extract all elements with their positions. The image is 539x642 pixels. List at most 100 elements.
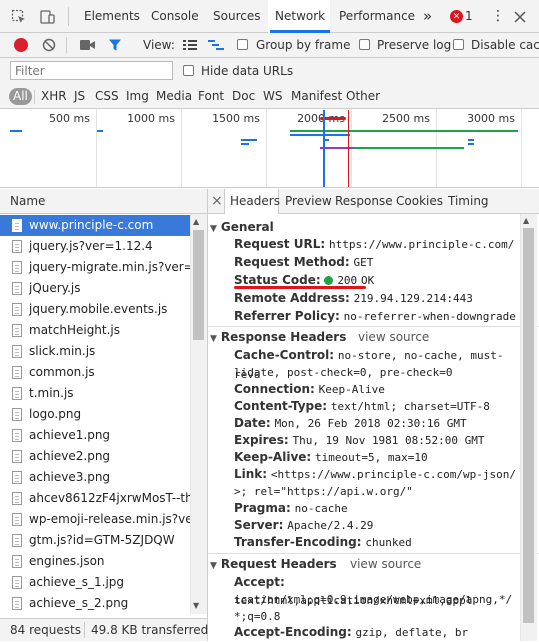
header-key: Server: [234,518,284,532]
type-css[interactable]: CSS [95,88,119,105]
file-icon [12,534,22,547]
header-value: Apache/2.4.29 [287,519,374,532]
tab-console[interactable]: Console [151,0,199,33]
tab-elements[interactable]: Elements [84,0,140,33]
overview-gridline [96,109,97,187]
request-row[interactable]: common.js [0,362,190,383]
panel-splitter[interactable] [207,189,208,641]
file-icon [12,492,22,505]
file-icon [12,261,22,274]
type-all[interactable]: All [9,88,32,105]
disable-cache-label[interactable]: Disable cach [471,38,539,52]
request-row[interactable]: jquery-migrate.min.js?ver=1.4. [0,257,190,278]
capture-screenshots-icon[interactable] [80,38,96,52]
type-manifest[interactable]: Manifest [291,88,342,105]
request-name: achieve_s_2.png [29,596,129,610]
type-font[interactable]: Font [198,88,224,105]
inspect-element-icon[interactable] [10,8,27,25]
tab-response[interactable]: Response [335,189,393,214]
tab-sources[interactable]: Sources [213,0,260,33]
tab-headers[interactable]: Headers [230,189,280,214]
header-key: Request Method: [234,255,350,269]
preserve-log-checkbox[interactable] [359,39,370,50]
disable-cache-checkbox[interactable] [453,39,464,50]
name-column-header[interactable]: Name [0,189,207,214]
filter-icon[interactable] [107,37,123,53]
type-js[interactable]: JS [74,88,85,105]
request-row[interactable]: engines.json [0,551,190,572]
request-name: wp-emoji-release.min.js?ver=4 [29,512,190,526]
header-value: no-referrer-when-downgrade [343,310,516,323]
timeline-tick: 500 ms [49,112,90,125]
view-source-link[interactable]: view source [350,557,421,571]
tab-network[interactable]: Network [275,0,325,33]
header-key: Pragma: [234,501,291,515]
large-rows-icon[interactable] [182,38,198,52]
preserve-log-label[interactable]: Preserve log [377,38,451,52]
type-doc[interactable]: Doc [232,88,255,105]
view-source-link[interactable]: view source [358,330,429,344]
request-list-scroll-thumb[interactable] [193,230,204,340]
more-tabs-button[interactable]: » [423,0,432,33]
hide-data-urls-checkbox[interactable] [183,65,194,76]
type-ws[interactable]: WS [263,88,282,105]
clear-icon[interactable] [41,37,57,53]
header-value: <https://www.principle-c.com/wp-json/ [270,468,516,481]
group-by-frame-checkbox[interactable] [237,39,248,50]
timeline-bar [290,134,350,136]
request-row[interactable]: gtm.js?id=GTM-5ZJDQW [0,530,190,551]
request-row[interactable]: slick.min.js [0,341,190,362]
tab-cookies[interactable]: Cookies [396,189,443,214]
request-row[interactable]: achieve3.png [0,467,190,488]
close-detail-icon[interactable]: × [211,189,223,214]
type-other[interactable]: Other [346,88,380,105]
tab-preview[interactable]: Preview [285,189,332,214]
timeline-tick: 3000 ms [467,112,515,125]
header-value: Mon, 26 Feb 2018 02:30:16 GMT [274,417,467,430]
request-row[interactable]: wp-emoji-release.min.js?ver=4 [0,509,190,530]
type-img[interactable]: Img [126,88,149,105]
request-headers-section-header[interactable]: ▼ Request Headers [210,555,337,573]
scroll-up-arrow-icon[interactable]: ▲ [193,217,199,226]
request-row[interactable]: achieve1.png [0,425,190,446]
device-toolbar-icon[interactable] [38,8,55,25]
request-row[interactable]: achieve_s_2.png [0,593,190,614]
file-icon [12,555,22,568]
error-count[interactable]: 1 [465,0,473,33]
overview-waterfall-icon[interactable] [208,38,224,52]
hide-data-urls-label[interactable]: Hide data URLs [201,64,293,78]
response-headers-section-header[interactable]: ▼ Response Headers [210,328,346,346]
request-row[interactable]: achieve_s_1.jpg [0,572,190,593]
status-bar: 84 requests 49.8 KB transferred [0,618,208,641]
request-row[interactable]: t.min.js [0,383,190,404]
type-xhr[interactable]: XHR [41,88,67,105]
timeline-bar [468,139,474,141]
error-icon[interactable]: ✕ [450,10,463,23]
request-row[interactable]: jquery.js?ver=1.12.4 [0,236,190,257]
scroll-down-arrow-icon[interactable]: ▼ [193,601,199,610]
request-row[interactable]: jQuery.js [0,278,190,299]
type-media[interactable]: Media [156,88,192,105]
request-row[interactable]: ahcev8612zF4jxrwMosT--thgm [0,488,190,509]
file-icon [12,387,22,400]
menu-icon[interactable]: ⋮ [491,0,505,33]
tab-performance[interactable]: Performance [339,0,415,33]
file-icon [12,366,22,379]
request-name: slick.min.js [29,344,96,358]
general-section-header[interactable]: ▼ General [210,218,274,236]
request-row[interactable]: achieve2.png [0,446,190,467]
group-by-frame-label[interactable]: Group by frame [256,38,350,52]
close-devtools-icon[interactable] [512,9,527,24]
filter-input[interactable] [10,61,173,80]
load-event-line [348,110,349,187]
status-ok-icon [324,276,334,285]
request-row-selected[interactable]: www.principle-c.com [0,215,190,236]
request-row[interactable]: matchHeight.js [0,320,190,341]
request-row[interactable]: jquery.mobile.events.js [0,299,190,320]
tab-timing[interactable]: Timing [448,189,489,214]
record-icon[interactable] [14,38,28,52]
scroll-up-arrow-icon[interactable]: ▲ [523,216,529,225]
request-row[interactable]: logo.png [0,404,190,425]
details-scroll-thumb[interactable] [523,228,534,623]
header-value: >; rel="https://api.w.org/" [234,485,413,498]
